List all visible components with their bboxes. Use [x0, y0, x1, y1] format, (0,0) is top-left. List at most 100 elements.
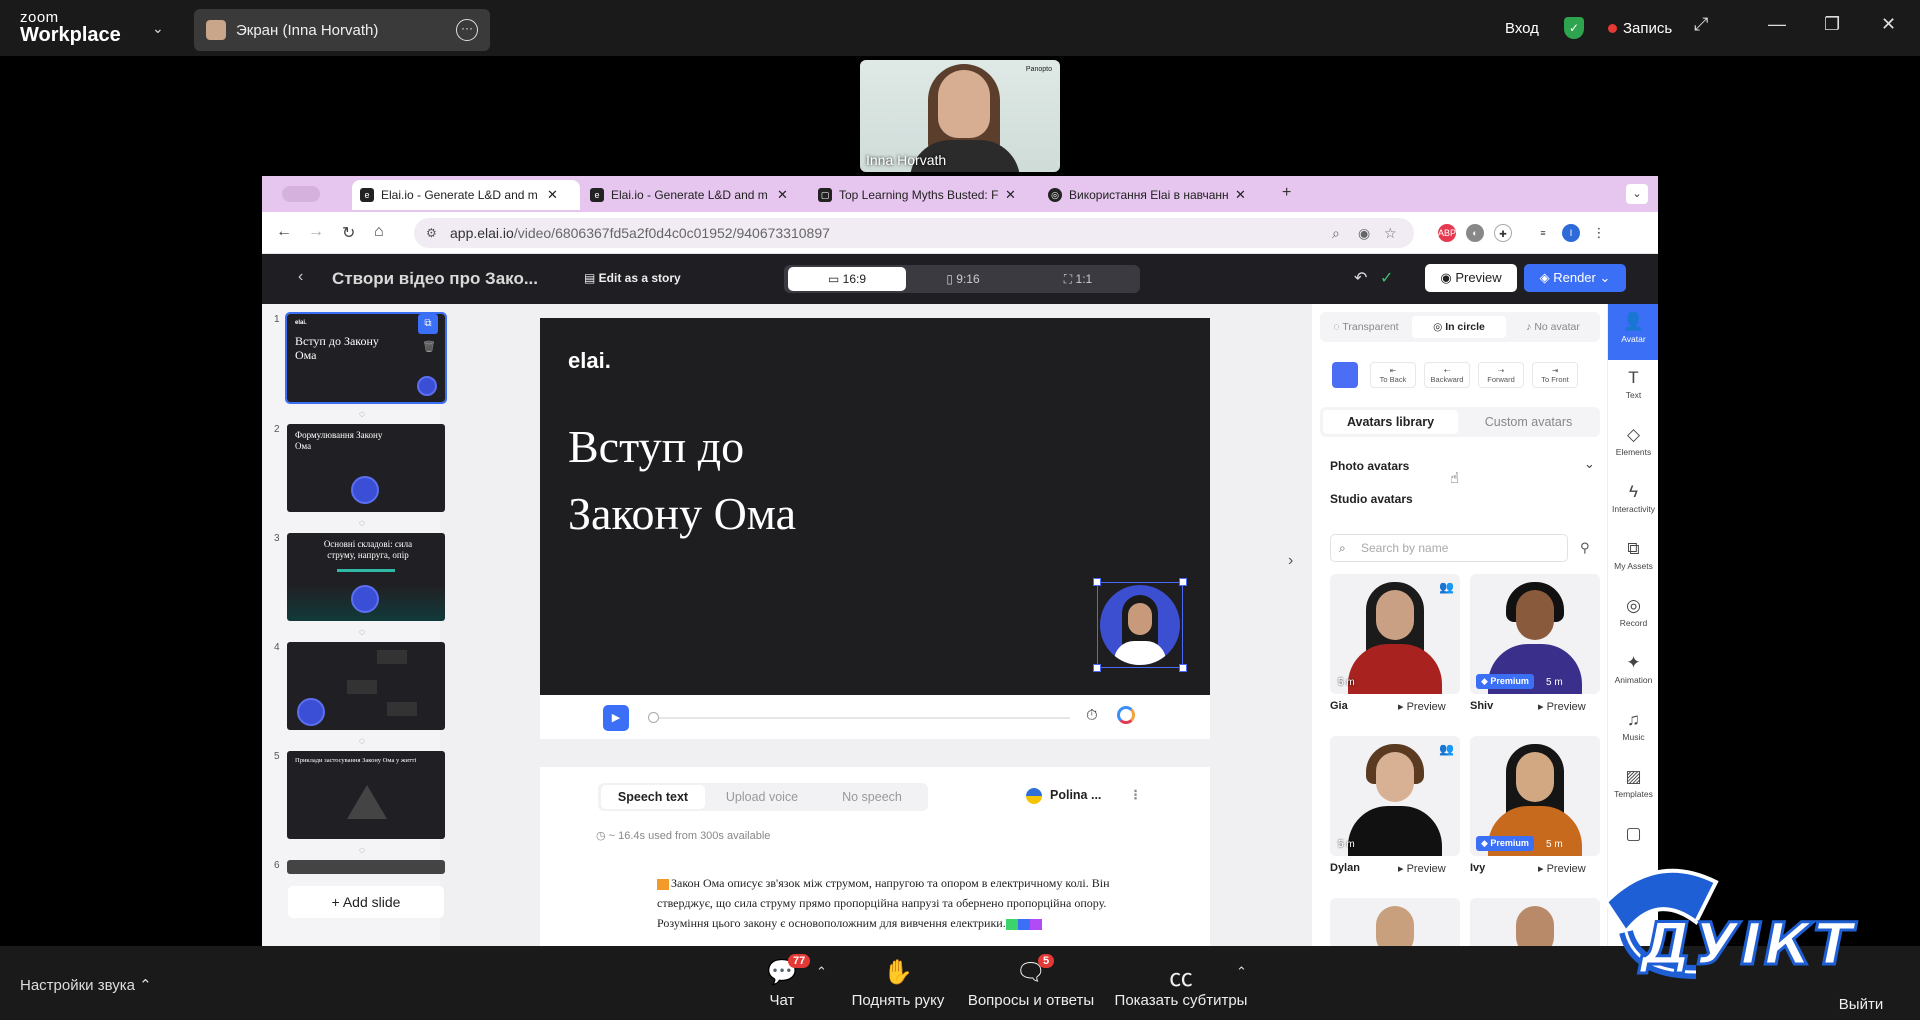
url-field[interactable]: ⚙ app.elai.io/video/6806367fd5a2f0d4c0c0…	[414, 218, 1414, 248]
tab-custom-avatars[interactable]: Custom avatars	[1461, 410, 1596, 434]
tool-music[interactable]: ♫ Music	[1608, 702, 1658, 758]
extension-icon[interactable]: ◐	[1466, 224, 1484, 242]
resize-handle[interactable]	[1179, 664, 1187, 672]
close-tab-icon[interactable]: ✕	[1235, 187, 1246, 203]
forward-icon[interactable]: →	[308, 223, 324, 241]
duplicate-slide-icon[interactable]: ⧉	[418, 314, 438, 334]
to-back-button[interactable]: ⇤ To Back	[1370, 362, 1416, 388]
tab-avatars-library[interactable]: Avatars library	[1323, 410, 1458, 434]
fullscreen-icon[interactable]: ⤢	[1694, 14, 1708, 35]
chevron-up-icon[interactable]: ⌃	[816, 964, 827, 980]
group-icon[interactable]: 👥	[1439, 742, 1454, 756]
ratio-9-16-button[interactable]: ▯ 9:16	[908, 267, 1018, 291]
close-icon[interactable]: ✕	[1881, 14, 1896, 35]
ratio-16-9-button[interactable]: ▭ 16:9	[788, 267, 906, 291]
avatar-card-shiv[interactable]: ◆ Premium 5 m	[1470, 574, 1600, 694]
qa-button[interactable]: 🗨 5 Вопросы и ответы	[966, 954, 1096, 1009]
edit-story-button[interactable]: ▤ Edit as a story	[584, 271, 681, 285]
more-icon[interactable]: ···	[456, 19, 478, 41]
transition-icon[interactable]: ◌	[359, 627, 365, 638]
ratio-1-1-button[interactable]: ⛶ 1:1	[1020, 267, 1136, 291]
tool-templates[interactable]: ▨ Templates	[1608, 759, 1658, 815]
captions-button[interactable]: ㏄ Показать субтитры	[1113, 958, 1249, 1009]
site-info-icon[interactable]: ⚙	[426, 218, 437, 248]
browser-tab-1[interactable]: e Elai.io - Generate L&D and m ✕	[352, 180, 580, 210]
back-chevron-icon[interactable]: ‹	[298, 268, 303, 286]
eye-icon[interactable]: ◉	[1358, 218, 1370, 248]
slide-canvas[interactable]: elai. Вступ до Закону Ома	[540, 318, 1210, 695]
transition-icon[interactable]: ◌	[359, 409, 365, 420]
mode-no-avatar[interactable]: ♪ No avatar	[1508, 316, 1598, 338]
chevron-up-icon[interactable]: ⌃	[1236, 964, 1247, 980]
participant-video-tile[interactable]: Panopto Inna Horvath	[860, 60, 1060, 172]
avatar-preview-link[interactable]: ▸ Preview	[1398, 700, 1446, 713]
chevron-down-icon[interactable]: ⌄	[1584, 456, 1595, 472]
browser-tab-3[interactable]: ▢ Top Learning Myths Busted: F ✕	[810, 180, 1036, 210]
slide-thumbnail-5[interactable]: Приклади застосування Закону Ома у житті	[287, 751, 445, 839]
preview-button[interactable]: ◉ Preview	[1425, 264, 1517, 292]
panel-collapse-icon[interactable]: ›	[1288, 552, 1293, 570]
new-tab-icon[interactable]: +	[1282, 184, 1291, 202]
undo-icon[interactable]: ↶	[1354, 268, 1367, 288]
avatar-preview-link[interactable]: ▸ Preview	[1538, 862, 1586, 875]
audio-settings-button[interactable]: Настройки звука ⌃	[20, 976, 152, 994]
kebab-menu-icon[interactable]: ⋮	[1590, 224, 1608, 242]
slide-thumbnail-3[interactable]: Основні складові: сила струму, напруга, …	[287, 533, 445, 621]
speech-text-editor[interactable]: Закон Ома описує зв'язок між струмом, на…	[657, 873, 1117, 933]
profile-icon[interactable]: I	[1562, 224, 1580, 242]
gesture-markers[interactable]	[1005, 918, 1042, 930]
backward-button[interactable]: ⇠ Backward	[1424, 362, 1470, 388]
play-icon[interactable]: ▶	[603, 705, 629, 731]
photo-avatars-heading[interactable]: Photo avatars	[1330, 459, 1409, 473]
record-indicator[interactable]: Запись	[1608, 0, 1672, 56]
transition-icon[interactable]: ◌	[359, 736, 365, 747]
tab-search-icon[interactable]	[282, 186, 320, 202]
slide-thumbnail-4[interactable]	[287, 642, 445, 730]
puzzle-icon[interactable]: ✚	[1494, 224, 1512, 242]
chat-button[interactable]: 💬 77 Чат	[760, 954, 811, 1009]
avatar-card[interactable]	[1470, 898, 1600, 946]
render-button[interactable]: ◈ Render ⌄	[1524, 264, 1626, 292]
close-tab-icon[interactable]: ✕	[1005, 187, 1016, 203]
seek-knob[interactable]	[648, 712, 659, 723]
avatar-card-gia[interactable]: 👥 5 m	[1330, 574, 1460, 694]
screen-share-pill[interactable]: Экран (Inna Horvath) ···	[194, 9, 490, 51]
to-front-button[interactable]: ⇥ To Front	[1532, 362, 1578, 388]
resize-handle[interactable]	[1093, 578, 1101, 586]
color-wheel-icon[interactable]	[1117, 706, 1135, 724]
signin-button[interactable]: Вход	[1505, 0, 1539, 56]
tool-record[interactable]: ◎ Record	[1608, 588, 1658, 644]
avatar-card-dylan[interactable]: 👥 5 m	[1330, 736, 1460, 856]
media-icon[interactable]: ≡	[1534, 224, 1552, 242]
avatar-card[interactable]	[1330, 898, 1460, 946]
avatar-card-ivy[interactable]: ◆ Premium 5 m	[1470, 736, 1600, 856]
back-icon[interactable]: ←	[276, 223, 292, 241]
more-vertical-icon[interactable]: ⋮	[1129, 788, 1142, 802]
tab-list-icon[interactable]: ⌄	[1626, 184, 1648, 204]
tab-speech-text[interactable]: Speech text	[601, 785, 705, 809]
slide-thumbnail-2[interactable]: Формулювання Закону Ома	[287, 424, 445, 512]
minimize-icon[interactable]: —	[1768, 14, 1786, 35]
abp-extension-icon[interactable]: ABP	[1438, 224, 1456, 242]
zoom-lens-icon[interactable]: ⌕	[1332, 218, 1340, 248]
browser-tab-2[interactable]: e Elai.io - Generate L&D and m ✕	[582, 180, 806, 210]
tab-upload-voice[interactable]: Upload voice	[706, 785, 818, 809]
voice-selector[interactable]: Polina ... ⋮	[1026, 787, 1142, 804]
delete-slide-icon[interactable]: 🗑	[422, 340, 436, 353]
tool-my-assets[interactable]: ⧉ My Assets	[1608, 531, 1658, 587]
tool-interactivity[interactable]: ϟ Interactivity	[1608, 474, 1658, 530]
seek-track[interactable]	[650, 717, 1070, 719]
transition-icon[interactable]: ◌	[359, 518, 365, 529]
mode-in-circle[interactable]: ◎ In circle	[1412, 316, 1506, 338]
browser-tab-4[interactable]: ◎ Використання Elai в навчанні ✕	[1040, 180, 1266, 210]
group-icon[interactable]: 👥	[1439, 580, 1454, 594]
tab-no-speech[interactable]: No speech	[820, 785, 924, 809]
background-color-swatch[interactable]	[1332, 362, 1358, 388]
pause-marker[interactable]	[657, 878, 669, 890]
avatar-preview-link[interactable]: ▸ Preview	[1398, 862, 1446, 875]
canvas-logo[interactable]: elai.	[568, 348, 611, 374]
security-shield[interactable]: ✓	[1564, 0, 1584, 56]
close-tab-icon[interactable]: ✕	[777, 187, 788, 203]
reload-icon[interactable]: ↻	[342, 223, 355, 243]
raise-hand-button[interactable]: ✋ Поднять руку	[848, 958, 948, 1009]
